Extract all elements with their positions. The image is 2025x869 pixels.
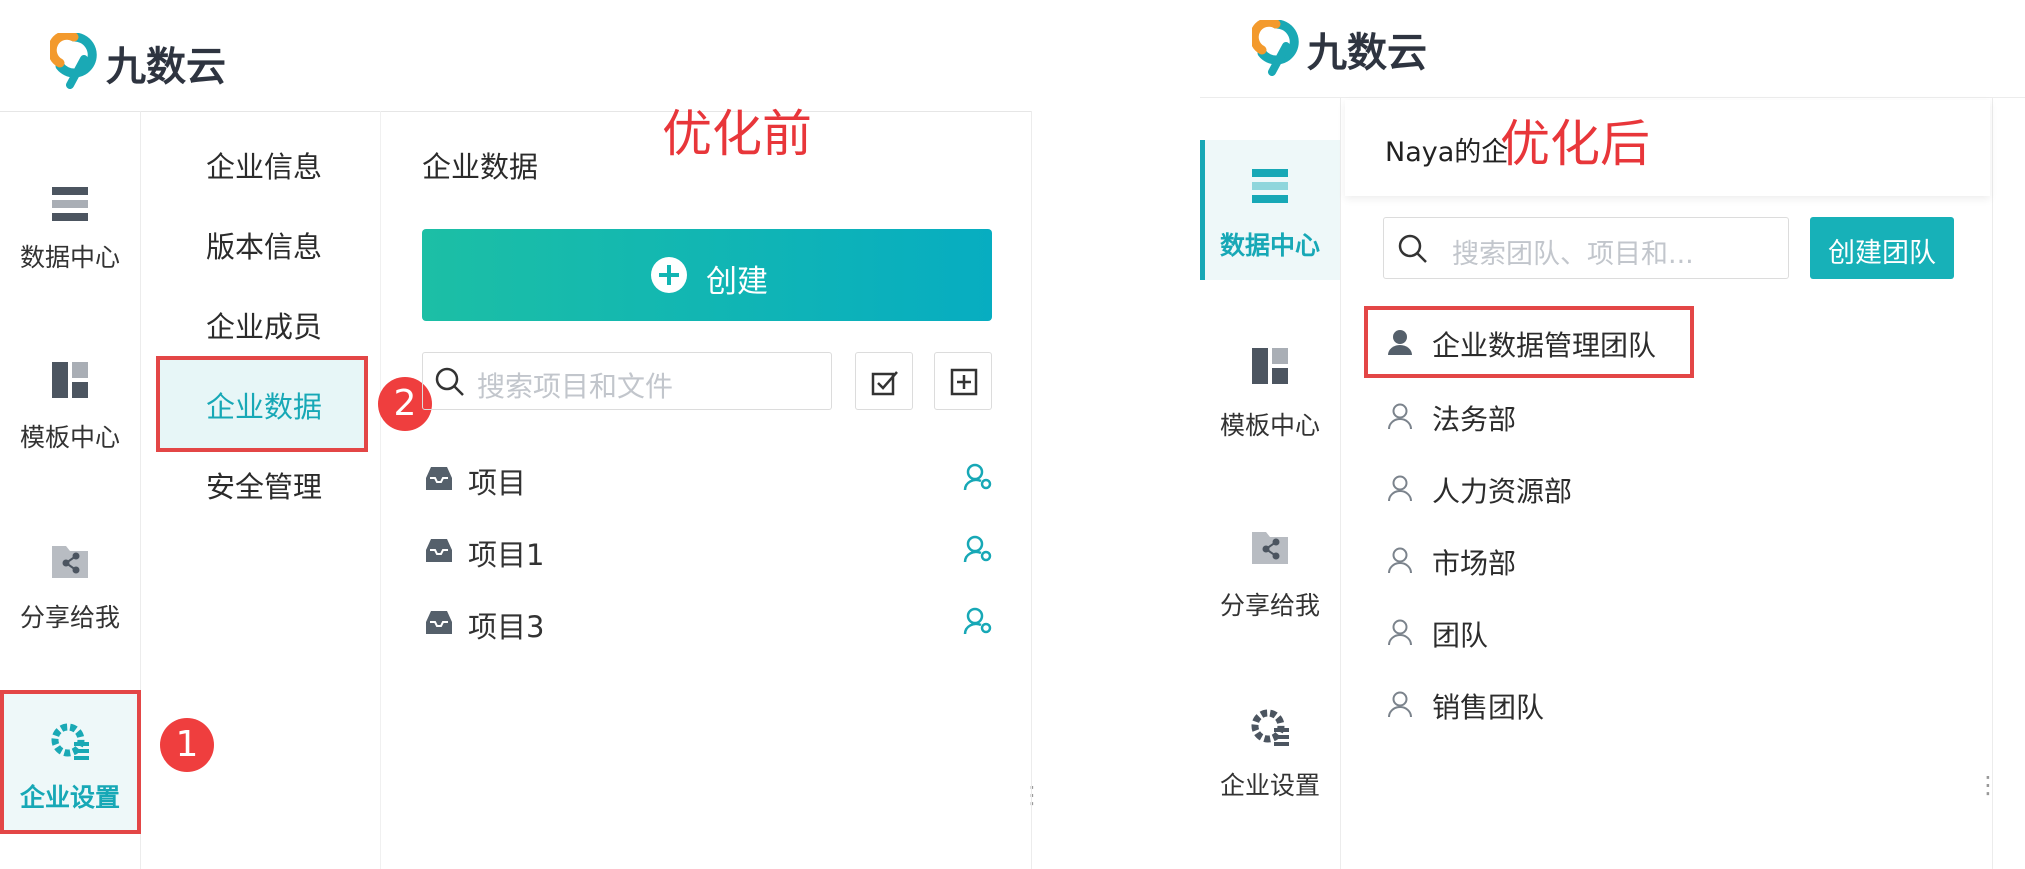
project-name: 项目3 [468, 610, 545, 644]
after-title: 优化后 [1500, 115, 1650, 173]
database-icon [1252, 169, 1288, 203]
nav-item-data-center[interactable]: 数据中心 [0, 160, 140, 300]
nav-label: 数据中心 [1219, 231, 1320, 260]
logo-icon [50, 33, 97, 89]
nav-item-shared-with-me[interactable]: 分享给我 [0, 520, 140, 660]
project-name: 项目 [468, 466, 527, 500]
nav-item-enterprise-settings[interactable]: 企业设置 [1200, 680, 1340, 820]
highlight-box-settings [0, 690, 141, 834]
team-name: 销售团队 [1432, 691, 1545, 724]
team-row[interactable]: 销售团队 [1370, 670, 1950, 738]
search-icon [1398, 234, 1427, 263]
step-badge-1: 1 [160, 718, 214, 772]
nav-divider [1340, 97, 1341, 869]
team-row[interactable]: 法务部 [1370, 382, 1950, 450]
team-name: 市场部 [1432, 547, 1517, 580]
inbox-icon [426, 467, 452, 490]
inbox-icon [426, 611, 452, 634]
submenu-divider [380, 111, 381, 869]
user-outline-icon [1388, 475, 1412, 502]
user-outline-icon [1388, 547, 1412, 574]
project-name: 项目1 [468, 538, 545, 572]
nav-item-shared-with-me[interactable]: 分享给我 [1200, 500, 1340, 640]
logo-text: 九数云 [1307, 30, 1427, 76]
add-button[interactable] [934, 352, 992, 410]
resize-handle-icon[interactable]: ⋮ [1020, 783, 1044, 807]
team-row[interactable]: 市场部 [1370, 526, 1950, 594]
nav-label: 模板中心 [19, 423, 120, 452]
nav-item-template-center[interactable]: 模板中心 [0, 340, 140, 480]
team-search-input[interactable]: 搜索团队、项目和... [1383, 217, 1789, 279]
nav-label: 企业设置 [1219, 771, 1320, 800]
team-row[interactable]: 团队 [1370, 598, 1950, 666]
user-settings-icon[interactable] [963, 462, 993, 492]
search-input[interactable]: 搜索项目和文件 [422, 352, 832, 410]
nav-label: 分享给我 [1219, 591, 1320, 620]
template-icon [1252, 348, 1288, 384]
team-name: 法务部 [1432, 403, 1517, 436]
enterprise-name: Naya的企 [1385, 137, 1509, 168]
highlight-box-team [1364, 306, 1694, 378]
nav-item-data-center[interactable]: 数据中心 [1200, 140, 1340, 280]
before-title: 优化前 [662, 105, 812, 163]
user-outline-icon [1388, 403, 1412, 430]
plus-square-icon [950, 368, 978, 396]
user-outline-icon [1388, 691, 1412, 718]
plus-circle-icon [651, 257, 687, 293]
share-icon [52, 546, 88, 578]
search-placeholder: 搜索团队、项目和... [1452, 239, 1694, 270]
search-icon [435, 367, 464, 396]
inbox-icon [426, 539, 452, 562]
checkbox-icon [871, 371, 898, 396]
database-icon [52, 187, 88, 221]
user-settings-icon[interactable] [963, 534, 993, 564]
submenu-enterprise-info[interactable]: 企业信息 [206, 144, 322, 186]
create-label: 创建 [706, 264, 768, 300]
team-row[interactable]: 人力资源部 [1370, 454, 1950, 522]
template-icon [52, 362, 88, 398]
logo-icon [1252, 20, 1299, 76]
settings-icon [1251, 709, 1289, 746]
nav-label: 数据中心 [19, 243, 120, 272]
nav-item-template-center[interactable]: 模板中心 [1200, 320, 1340, 460]
create-button[interactable]: 创建 [422, 229, 992, 321]
nav-label: 分享给我 [19, 603, 120, 632]
user-outline-icon [1388, 619, 1412, 646]
user-settings-icon[interactable] [963, 606, 993, 636]
header-divider [1200, 97, 2025, 98]
create-team-label: 创建团队 [1828, 238, 1936, 269]
submenu-enterprise-members[interactable]: 企业成员 [206, 304, 322, 346]
submenu-version-info[interactable]: 版本信息 [206, 224, 322, 266]
team-name: 人力资源部 [1432, 475, 1573, 508]
submenu-security[interactable]: 安全管理 [206, 464, 322, 506]
logo-text: 九数云 [106, 44, 226, 90]
enterprise-header[interactable]: Naya的企 [1345, 100, 1990, 196]
resize-handle-icon[interactable]: ⋮ [1976, 773, 2000, 797]
team-name: 团队 [1432, 619, 1489, 652]
panel-right-border [1992, 97, 1993, 869]
batch-select-button[interactable] [855, 352, 913, 410]
panel-title: 企业数据 [422, 150, 539, 184]
panel-right-border [1031, 111, 1032, 869]
share-icon [1252, 532, 1288, 564]
nav-label: 模板中心 [1219, 411, 1320, 440]
highlight-box-enterprise-data [156, 356, 368, 452]
create-team-button[interactable]: 创建团队 [1810, 217, 1954, 279]
header-divider [0, 111, 1032, 112]
search-placeholder: 搜索项目和文件 [477, 370, 674, 403]
